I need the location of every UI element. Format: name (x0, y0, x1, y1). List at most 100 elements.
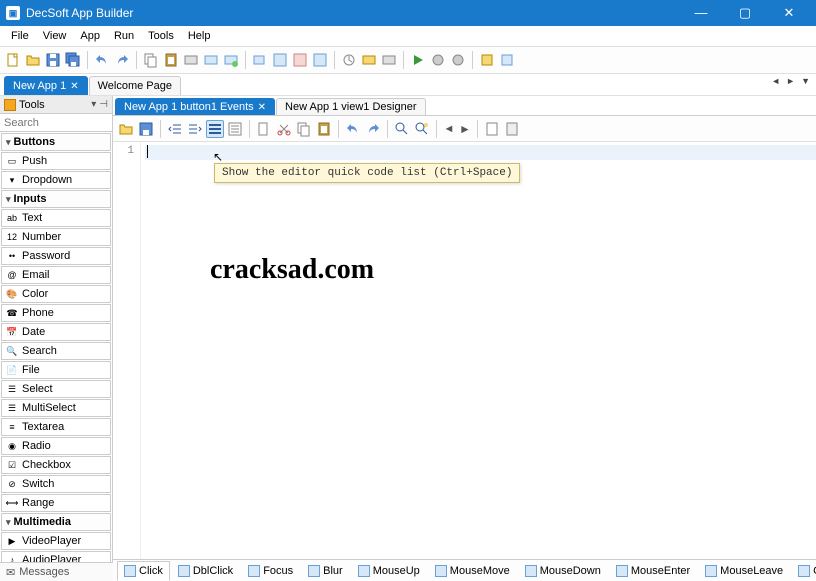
menu-file[interactable]: File (4, 28, 36, 44)
tool-item-radio[interactable]: ◉Radio (1, 437, 111, 455)
bookmark2-icon[interactable] (503, 120, 521, 138)
bookmark-icon[interactable] (483, 120, 501, 138)
copy-icon[interactable] (295, 120, 313, 138)
close-icon[interactable]: ✕ (258, 102, 266, 113)
prev-icon[interactable]: ◄ (442, 123, 456, 135)
doc-tab-newapp1[interactable]: New App 1 ✕ (4, 76, 88, 95)
tool-icon-3[interactable] (222, 51, 240, 69)
save-icon[interactable] (137, 120, 155, 138)
tool-icon-14[interactable] (498, 51, 516, 69)
tool-item-audioplayer[interactable]: ♪AudioPlayer (1, 551, 111, 562)
new-icon[interactable] (4, 51, 22, 69)
pin-icon[interactable]: ⊣ (99, 99, 108, 110)
event-tab-mousemove[interactable]: MouseMove (428, 561, 517, 581)
event-tab-mousedown[interactable]: MouseDown (518, 561, 608, 581)
tool-icon-11[interactable] (429, 51, 447, 69)
category-inputs[interactable]: ▾Inputs (1, 190, 111, 208)
replace-icon[interactable] (413, 120, 431, 138)
tool-item-switch[interactable]: ⊘Switch (1, 475, 111, 493)
paste-icon[interactable] (315, 120, 333, 138)
event-tab-contextmenu[interactable]: ContextMenu (791, 561, 816, 581)
next-icon[interactable]: ► (786, 76, 795, 86)
category-multimedia[interactable]: ▾Multimedia (1, 513, 111, 531)
tool-icon-9[interactable] (360, 51, 378, 69)
tool-item-password[interactable]: ••Password (1, 247, 111, 265)
event-tab-focus[interactable]: Focus (241, 561, 300, 581)
open-icon[interactable] (24, 51, 42, 69)
tool-icon-2[interactable] (202, 51, 220, 69)
undo-icon[interactable] (344, 120, 362, 138)
tool-item-select[interactable]: ☰Select (1, 380, 111, 398)
cut-icon[interactable] (275, 120, 293, 138)
tool-item-phone[interactable]: ☎Phone (1, 304, 111, 322)
tool-icon-12[interactable] (449, 51, 467, 69)
tool-item-push[interactable]: ▭Push (1, 152, 111, 170)
menu-tools[interactable]: Tools (141, 28, 181, 44)
open-icon[interactable] (117, 120, 135, 138)
code-editor[interactable]: 1 ↖ Show the editor quick code list (Ctr… (113, 142, 816, 559)
menu-app[interactable]: App (73, 28, 107, 44)
doc-tab-welcome[interactable]: Welcome Page (89, 76, 181, 95)
save-icon[interactable] (44, 51, 62, 69)
tool-item-multiselect[interactable]: ☰MultiSelect (1, 399, 111, 417)
inner-tab-events[interactable]: New App 1 button1 Events ✕ (115, 98, 275, 115)
tool-item-number[interactable]: 12Number (1, 228, 111, 246)
tool-icon-5[interactable] (271, 51, 289, 69)
event-tab-mouseenter[interactable]: MouseEnter (609, 561, 697, 581)
code-area[interactable]: ↖ Show the editor quick code list (Ctrl+… (141, 142, 816, 559)
tool-item-label: Phone (22, 307, 54, 319)
dropdown-icon[interactable]: ▼ (801, 76, 810, 86)
run-icon[interactable] (409, 51, 427, 69)
tool-item-search[interactable]: 🔍Search (1, 342, 111, 360)
category-buttons[interactable]: ▾Buttons (1, 133, 111, 151)
outdent-icon[interactable] (166, 120, 184, 138)
menu-run[interactable]: Run (107, 28, 141, 44)
event-tab-mouseleave[interactable]: MouseLeave (698, 561, 790, 581)
tool-item-range[interactable]: ⟷Range (1, 494, 111, 512)
redo-icon[interactable] (113, 51, 131, 69)
close-icon[interactable]: ✕ (70, 81, 78, 92)
tool-item-text[interactable]: abText (1, 209, 111, 227)
tool-icon-7[interactable] (311, 51, 329, 69)
event-tab-blur[interactable]: Blur (301, 561, 350, 581)
event-tab-click[interactable]: Click (117, 561, 170, 581)
event-tab-dblclick[interactable]: DblClick (171, 561, 240, 581)
tools-tree[interactable]: ▾Buttons▭Push▾Dropdown▾InputsabText12Num… (0, 132, 112, 562)
inner-tab-designer[interactable]: New App 1 view1 Designer (276, 98, 425, 115)
maximize-button[interactable]: ▢ (732, 5, 758, 21)
indent-icon[interactable] (186, 120, 204, 138)
tool-icon-8[interactable] (340, 51, 358, 69)
dropdown-icon[interactable]: ▾ (91, 99, 96, 110)
saveall-icon[interactable] (64, 51, 82, 69)
undo-icon[interactable] (93, 51, 111, 69)
minimize-button[interactable]: — (688, 5, 714, 21)
tools-search-input[interactable] (0, 114, 112, 132)
tool-icon-10[interactable] (380, 51, 398, 69)
tool-item-date[interactable]: 📅Date (1, 323, 111, 341)
copy-icon[interactable] (142, 51, 160, 69)
tool-icon-13[interactable] (478, 51, 496, 69)
tool-icon-4[interactable] (251, 51, 269, 69)
prev-icon[interactable]: ◄ (771, 76, 780, 86)
edit-icon-1[interactable] (255, 120, 273, 138)
next-icon[interactable]: ► (458, 120, 472, 138)
tool-icon-1[interactable] (182, 51, 200, 69)
tool-item-dropdown[interactable]: ▾Dropdown (1, 171, 111, 189)
menu-view[interactable]: View (36, 28, 74, 44)
find-icon[interactable] (393, 120, 411, 138)
tool-icon-6[interactable] (291, 51, 309, 69)
tool-item-checkbox[interactable]: ☑Checkbox (1, 456, 111, 474)
paste-icon[interactable] (162, 51, 180, 69)
menu-help[interactable]: Help (181, 28, 218, 44)
tool-item-file[interactable]: 📄File (1, 361, 111, 379)
messages-tab[interactable]: ✉ Messages (0, 562, 113, 581)
event-tab-mouseup[interactable]: MouseUp (351, 561, 427, 581)
list-icon[interactable] (226, 120, 244, 138)
tool-item-textarea[interactable]: ≡Textarea (1, 418, 111, 436)
quickcode-icon[interactable] (206, 120, 224, 138)
tool-item-videoplayer[interactable]: ▶VideoPlayer (1, 532, 111, 550)
tool-item-color[interactable]: 🎨Color (1, 285, 111, 303)
tool-item-email[interactable]: @Email (1, 266, 111, 284)
close-button[interactable]: ✕ (776, 5, 802, 21)
redo-icon[interactable] (364, 120, 382, 138)
